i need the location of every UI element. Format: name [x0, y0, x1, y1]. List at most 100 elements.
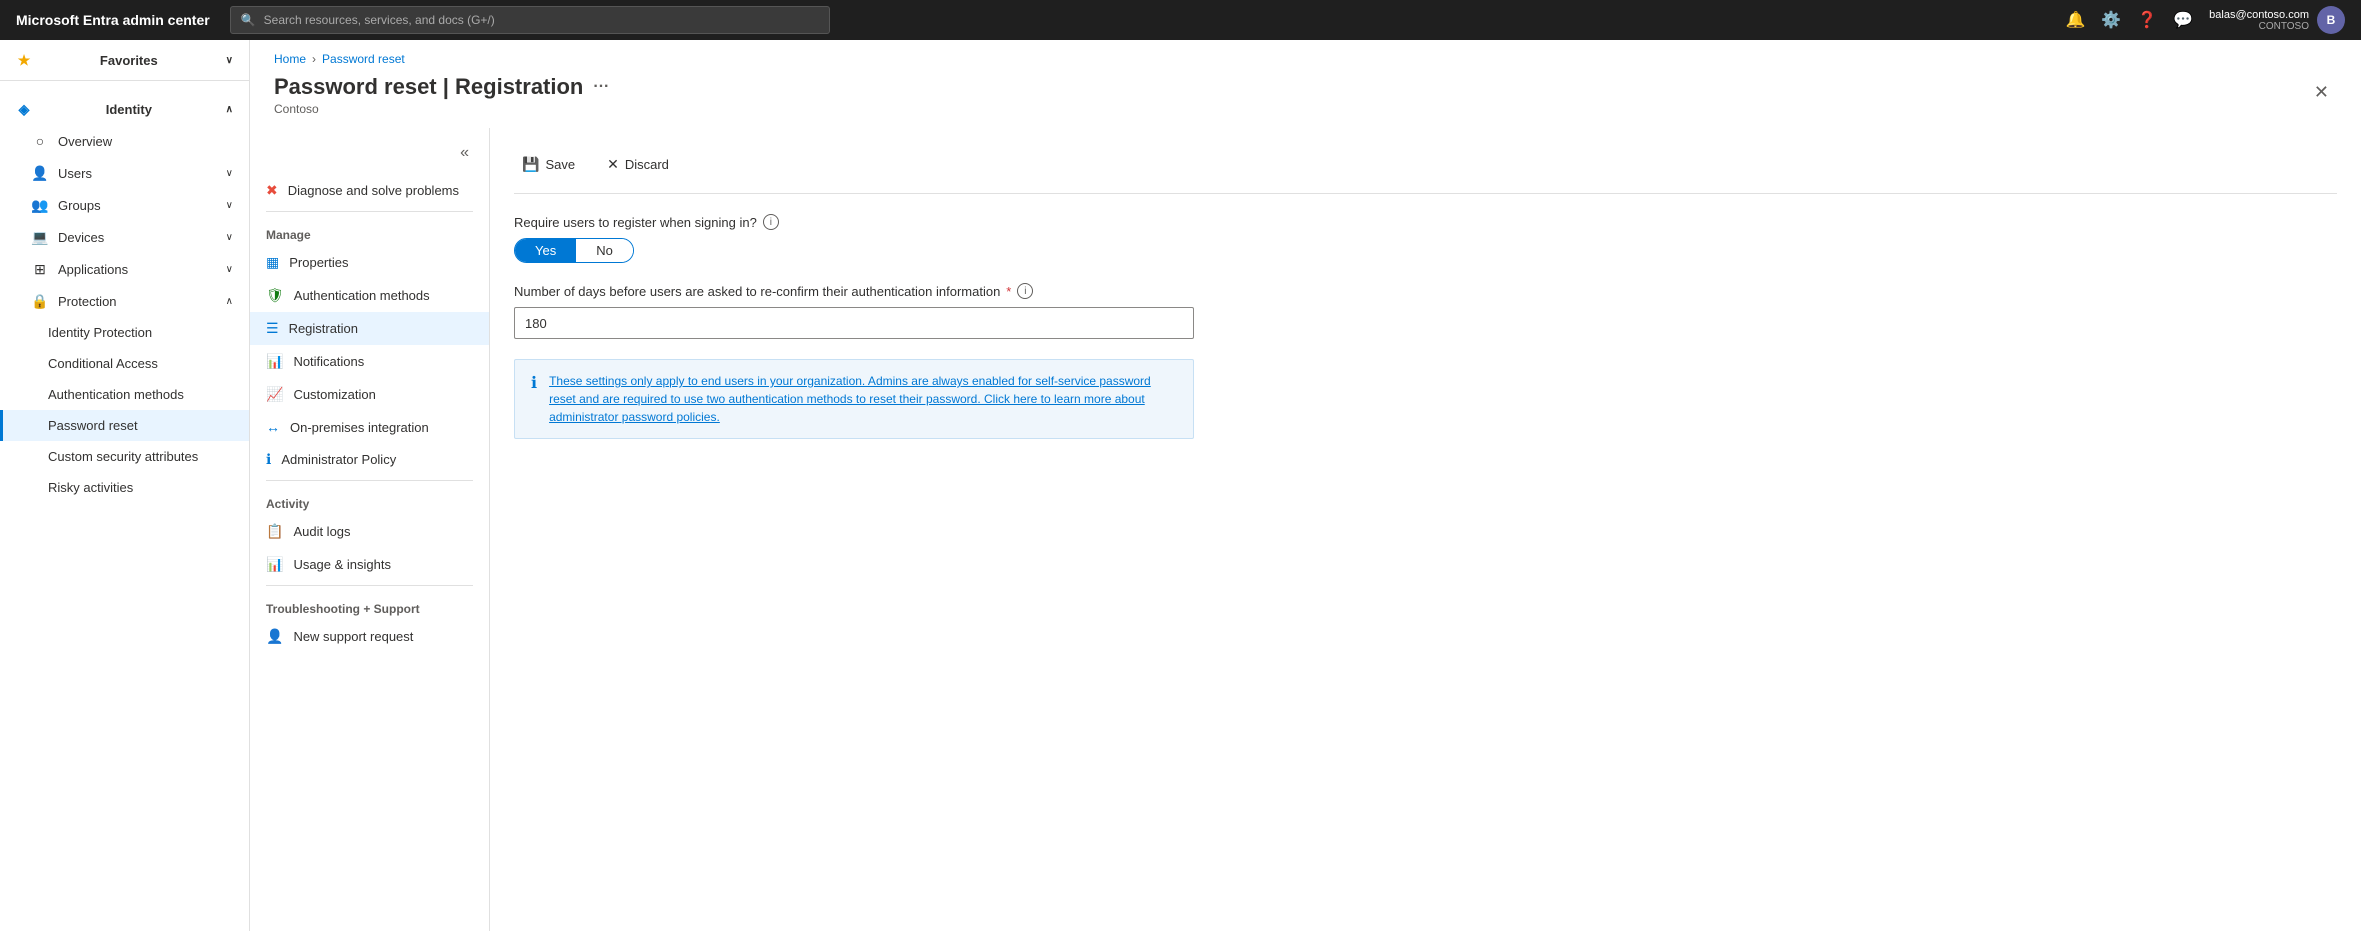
users-chevron: ∨	[226, 168, 233, 179]
users-icon: 👤	[32, 165, 48, 181]
save-icon: 💾	[522, 156, 539, 173]
top-bar: Microsoft Entra admin center 🔍 Search re…	[0, 0, 2361, 40]
page-title-area: Password reset | Registration ··· Contos…	[274, 74, 609, 116]
collapse-button[interactable]: «	[448, 136, 481, 170]
audit-icon: 📋	[266, 523, 283, 540]
applications-label: Applications	[58, 262, 128, 277]
properties-icon: ▦	[266, 254, 279, 271]
days-label: Number of days before users are asked to…	[514, 283, 2337, 299]
panel-nav-support-request[interactable]: 👤 New support request	[250, 620, 489, 653]
close-icon[interactable]: ✕	[2306, 74, 2337, 111]
more-icon[interactable]: ···	[593, 78, 609, 96]
discard-icon: ✕	[607, 156, 619, 173]
support-icon: 👤	[266, 628, 283, 645]
notification-icon[interactable]: 🔔	[2065, 10, 2085, 30]
breadcrumb-home[interactable]: Home	[274, 52, 306, 66]
sidebar-divider	[0, 80, 249, 81]
user-email: balas@contoso.com	[2209, 9, 2309, 21]
panel-nav-properties[interactable]: ▦ Properties	[250, 246, 489, 279]
breadcrumb-separator: ›	[312, 52, 316, 66]
sidebar-item-risky-activities[interactable]: Risky activities	[0, 472, 249, 503]
sidebar-item-identity-protection[interactable]: Identity Protection	[0, 317, 249, 348]
admin-policy-icon: ℹ	[266, 451, 271, 468]
main-layout: ★ Favorites ∨ ◈ Identity ∧ ○ Overview 👤 …	[0, 40, 2361, 931]
applications-icon: ⊞	[32, 261, 48, 277]
top-bar-icons: 🔔 ⚙️ ❓ 💬 balas@contoso.com CONTOSO B	[2065, 6, 2345, 34]
days-input[interactable]	[514, 307, 1194, 339]
protection-label: Protection	[58, 294, 117, 309]
sidebar-item-users[interactable]: 👤 Users ∨	[0, 157, 249, 189]
panel-nav-audit-logs[interactable]: 📋 Audit logs	[250, 515, 489, 548]
discard-label: Discard	[625, 157, 669, 172]
yes-no-toggle[interactable]: Yes No	[514, 238, 634, 263]
sidebar-item-conditional-access[interactable]: Conditional Access	[0, 348, 249, 379]
info-box-link[interactable]: These settings only apply to end users i…	[549, 374, 1151, 424]
days-label-text: Number of days before users are asked to…	[514, 284, 1000, 299]
save-label: Save	[545, 157, 575, 172]
info-box: ℹ These settings only apply to end users…	[514, 359, 1194, 439]
protection-chevron: ∧	[226, 296, 233, 307]
sidebar-item-auth-methods[interactable]: Authentication methods	[0, 379, 249, 410]
overview-label: Overview	[58, 134, 112, 149]
favorites-label: Favorites	[100, 53, 158, 68]
nav-divider-1	[266, 211, 473, 212]
sidebar-item-devices[interactable]: 💻 Devices ∨	[0, 221, 249, 253]
overview-icon: ○	[32, 133, 48, 149]
panel-nav-onprem[interactable]: ↔ On-premises integration	[250, 411, 489, 443]
discard-button[interactable]: ✕ Discard	[599, 152, 677, 177]
save-button[interactable]: 💾 Save	[514, 152, 583, 177]
devices-icon: 💻	[32, 229, 48, 245]
help-icon[interactable]: ❓	[2137, 10, 2157, 30]
no-option[interactable]: No	[576, 239, 633, 262]
user-profile[interactable]: balas@contoso.com CONTOSO B	[2209, 6, 2345, 34]
panel-nav: « ✖ Diagnose and solve problems Manage ▦…	[250, 128, 490, 931]
panel-nav-usage-insights[interactable]: 📊 Usage & insights	[250, 548, 489, 581]
panel-nav-notifications[interactable]: 📊 Notifications	[250, 345, 489, 378]
sidebar-item-overview[interactable]: ○ Overview	[0, 125, 249, 157]
devices-chevron: ∨	[226, 232, 233, 243]
search-icon: 🔍	[241, 13, 256, 27]
manage-section-label: Manage	[250, 216, 489, 246]
sidebar-item-custom-security[interactable]: Custom security attributes	[0, 441, 249, 472]
required-star: *	[1006, 284, 1011, 299]
groups-label: Groups	[58, 198, 101, 213]
settings-icon[interactable]: ⚙️	[2101, 10, 2121, 30]
page-subtitle: Contoso	[274, 102, 609, 116]
diagnose-icon: ✖	[266, 182, 278, 199]
sidebar-section-identity: ◈ Identity ∧ ○ Overview 👤 Users ∨ 👥 Grou…	[0, 89, 249, 507]
avatar: B	[2317, 6, 2345, 34]
onprem-icon: ↔	[266, 419, 280, 435]
activity-section-label: Activity	[250, 485, 489, 515]
applications-chevron: ∨	[226, 264, 233, 275]
customization-icon: 📈	[266, 386, 283, 403]
diagnose-label: Diagnose and solve problems	[288, 183, 459, 198]
page-title-text: Password reset | Registration	[274, 74, 583, 100]
sidebar-favorites[interactable]: ★ Favorites ∨	[0, 44, 249, 76]
star-icon: ★	[16, 52, 32, 68]
panel-nav-customization[interactable]: 📈 Customization	[250, 378, 489, 411]
sidebar-item-password-reset[interactable]: Password reset	[0, 410, 249, 441]
info-box-text: These settings only apply to end users i…	[549, 372, 1177, 426]
protection-icon: 🔒	[32, 293, 48, 309]
days-info-icon[interactable]: i	[1017, 283, 1033, 299]
yes-option[interactable]: Yes	[515, 239, 576, 262]
identity-label: Identity	[106, 102, 152, 117]
auth-methods-icon: 🛡	[266, 287, 284, 304]
groups-chevron: ∨	[226, 200, 233, 211]
sidebar-identity[interactable]: ◈ Identity ∧	[0, 93, 249, 125]
search-placeholder: Search resources, services, and docs (G+…	[264, 13, 495, 27]
page-title: Password reset | Registration ···	[274, 74, 609, 100]
require-register-info-icon[interactable]: i	[763, 214, 779, 230]
sidebar-item-protection[interactable]: 🔒 Protection ∧	[0, 285, 249, 317]
panel-nav-registration[interactable]: ☰ Registration	[250, 312, 489, 345]
panel-nav-admin-policy[interactable]: ℹ Administrator Policy	[250, 443, 489, 476]
sidebar-item-groups[interactable]: 👥 Groups ∨	[0, 189, 249, 221]
registration-icon: ☰	[266, 320, 279, 337]
sidebar-section-favorites: ★ Favorites ∨	[0, 40, 249, 89]
feedback-icon[interactable]: 💬	[2173, 10, 2193, 30]
panel-nav-auth-methods[interactable]: 🛡 Authentication methods	[250, 279, 489, 312]
search-bar[interactable]: 🔍 Search resources, services, and docs (…	[230, 6, 830, 34]
require-register-label: Require users to register when signing i…	[514, 214, 2337, 230]
sidebar-item-applications[interactable]: ⊞ Applications ∨	[0, 253, 249, 285]
panel-nav-diagnose[interactable]: ✖ Diagnose and solve problems	[250, 174, 489, 207]
